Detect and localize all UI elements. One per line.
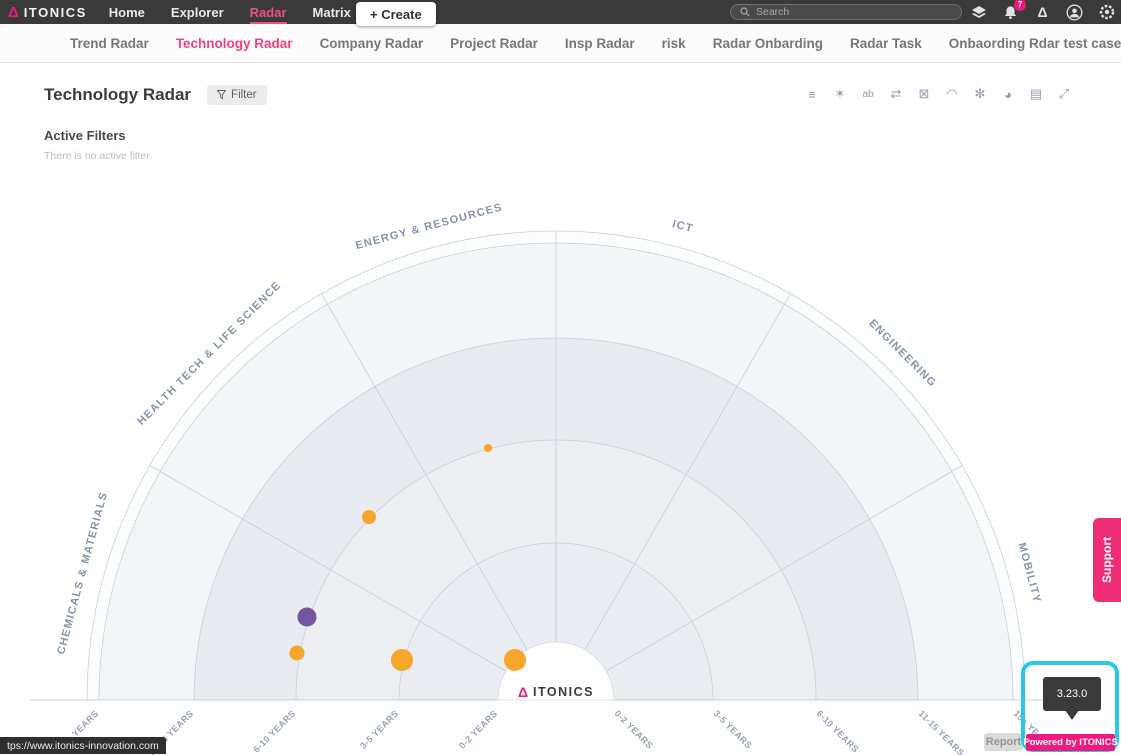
powered-by-itonics-link[interactable]: Powered by ITONICS bbox=[1026, 734, 1115, 751]
tab-project-radar[interactable]: Project Radar bbox=[450, 36, 538, 51]
filter-button-label: Filter bbox=[231, 89, 257, 101]
status-url-bar: tps://www.itonics-innovation.com bbox=[0, 737, 166, 754]
radar-blip[interactable] bbox=[290, 646, 305, 661]
nav-item-explorer[interactable]: Explorer bbox=[171, 1, 224, 24]
export-pdf-icon[interactable]: ▤ bbox=[1027, 85, 1045, 103]
active-filters-section: Active Filters There is no active filter… bbox=[44, 128, 152, 162]
radar-tabbar: Trend Radar Technology Radar Company Rad… bbox=[0, 24, 1121, 63]
sparkle-highlight-icon[interactable]: ✶ bbox=[831, 85, 849, 103]
ring-label-right-3-5: 3-5 YEARS bbox=[712, 708, 754, 750]
notifications-bell-icon[interactable]: 7 bbox=[1002, 4, 1019, 21]
nav-item-matrix[interactable]: Matrix bbox=[313, 1, 351, 24]
notification-badge: 7 bbox=[1014, 0, 1026, 11]
tab-onbaording-rdar-test-cases[interactable]: Onbaording Rdar test cases bbox=[949, 36, 1121, 51]
itonics-wordmark: ITONICS bbox=[533, 685, 594, 699]
tab-radar-task[interactable]: Radar Task bbox=[850, 36, 922, 51]
version-tooltip: 3.23.0 bbox=[1043, 677, 1101, 711]
itonics-logo[interactable]: Δ ITONICS bbox=[0, 5, 101, 20]
ring-label-left-0-2: 0-2 YEARS bbox=[457, 708, 499, 750]
page-header: Technology Radar Filter bbox=[44, 85, 267, 105]
tab-trend-radar[interactable]: Trend Radar bbox=[70, 36, 149, 51]
support-tab-label: Support bbox=[1100, 537, 1114, 583]
itonics-a-icon[interactable]: Δ bbox=[1034, 4, 1051, 21]
search-icon bbox=[740, 7, 750, 17]
ring-label-right-11-15: 11-15 YEARS bbox=[917, 708, 967, 755]
page-title: Technology Radar bbox=[44, 85, 191, 105]
main-menu: Home Explorer Radar Matrix bbox=[109, 1, 351, 24]
itonics-wordmark: ITONICS bbox=[24, 5, 87, 20]
nav-item-home[interactable]: Home bbox=[109, 1, 145, 24]
export-image-icon[interactable]: ⊠ bbox=[915, 85, 933, 103]
tab-technology-radar[interactable]: Technology Radar bbox=[176, 36, 293, 51]
labels-icon[interactable]: ab bbox=[859, 85, 877, 103]
snowflake-cluster-icon[interactable]: ✻ bbox=[971, 85, 989, 103]
nav-icon-group: 7 Δ bbox=[970, 0, 1115, 24]
fullscreen-icon[interactable]: ⤢ bbox=[1055, 85, 1073, 103]
radar-center-logo: Δ ITONICS bbox=[506, 684, 606, 700]
radar-blip[interactable] bbox=[362, 510, 376, 524]
account-icon[interactable] bbox=[1066, 4, 1083, 21]
technology-radar-chart[interactable]: CHEMICALS & MATERIALS HEALTH TECH & LIFE… bbox=[0, 170, 1121, 755]
courses-layers-icon[interactable] bbox=[970, 4, 987, 21]
search-input[interactable]: Search bbox=[730, 4, 962, 20]
itonics-triangle-icon: Δ bbox=[518, 684, 528, 700]
search-placeholder: Search bbox=[756, 6, 789, 18]
nav-item-radar[interactable]: Radar bbox=[250, 1, 287, 24]
sector-label-mobility: MOBILITY bbox=[1015, 542, 1043, 605]
report-button[interactable]: Report bbox=[984, 733, 1023, 751]
tab-company-radar[interactable]: Company Radar bbox=[320, 36, 424, 51]
active-filters-heading: Active Filters bbox=[44, 128, 152, 143]
support-tab[interactable]: Support bbox=[1093, 518, 1121, 602]
tab-insp-radar[interactable]: Insp Radar bbox=[565, 36, 635, 51]
sector-label-ict: ICT bbox=[671, 218, 695, 235]
create-button[interactable]: + Create bbox=[356, 2, 436, 26]
legend-list-icon[interactable]: ≡ bbox=[803, 85, 821, 103]
ring-label-left-3-5: 3-5 YEARS bbox=[358, 708, 400, 750]
top-navigation: Δ ITONICS Home Explorer Radar Matrix •••… bbox=[0, 0, 1121, 24]
funnel-icon bbox=[217, 90, 226, 100]
ring-label-right-0-2: 0-2 YEARS bbox=[613, 708, 655, 750]
itonics-triangle-icon: Δ bbox=[8, 5, 19, 20]
sliders-settings-icon[interactable]: ⇄ bbox=[887, 85, 905, 103]
arc-view-icon[interactable]: ◠ bbox=[943, 85, 961, 103]
radar-toolbar: ≡ ✶ ab ⇄ ⊠ ◠ ✻ ◕ ▤ ⤢ bbox=[803, 85, 1073, 103]
ring-label-right-6-10: 6-10 YEARS bbox=[815, 708, 861, 754]
tab-risk[interactable]: risk bbox=[662, 36, 686, 51]
settings-gear-icon[interactable] bbox=[1098, 4, 1115, 21]
ring-label-left-6-10: 6-10 YEARS bbox=[251, 708, 297, 754]
radar-blip[interactable] bbox=[298, 608, 317, 627]
filter-button[interactable]: Filter bbox=[207, 85, 267, 105]
active-filters-empty-text: There is no active filter. bbox=[44, 150, 152, 162]
tab-radar-onbarding[interactable]: Radar Onbarding bbox=[713, 36, 823, 51]
radar-blip[interactable] bbox=[391, 649, 413, 671]
radar-blip[interactable] bbox=[504, 649, 526, 671]
pie-chart-icon[interactable]: ◕ bbox=[999, 85, 1017, 103]
radar-blip[interactable] bbox=[484, 444, 492, 452]
